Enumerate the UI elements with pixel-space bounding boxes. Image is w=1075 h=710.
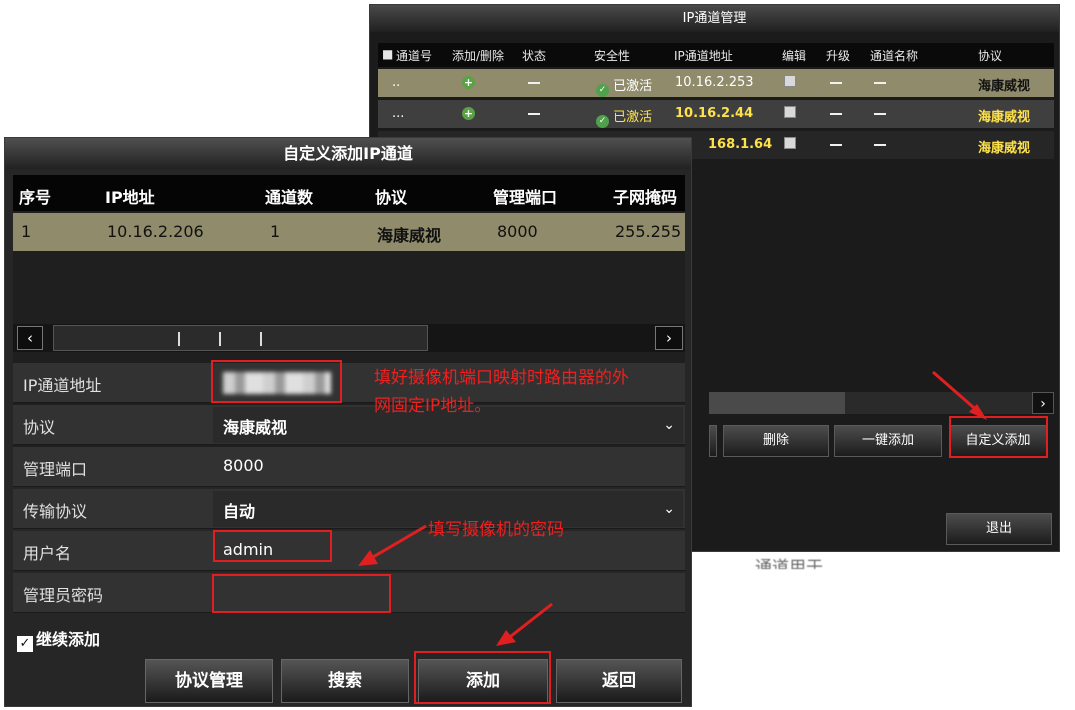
check-icon: ✓: [596, 84, 609, 97]
protocol: 海康威视: [978, 110, 1031, 125]
port-field[interactable]: 8000: [223, 456, 264, 475]
horizontal-scrollbar[interactable]: ‹ ›: [13, 324, 685, 352]
row-protocol: 海康威视: [377, 226, 442, 245]
name-dash: [874, 106, 886, 121]
edit-icon[interactable]: [784, 75, 796, 91]
pointer-arrow-icon: [932, 370, 987, 420]
row-ip: 10.16.2.206: [107, 222, 204, 241]
transport-protocol-row: 传输协议 自动 ⌄: [13, 489, 685, 529]
edit-icon[interactable]: [784, 137, 796, 153]
username-row: 用户名 admin: [13, 531, 685, 571]
delete-button[interactable]: 删除: [723, 425, 829, 457]
row-mask: 255.255: [615, 222, 682, 241]
check-icon: ✓: [596, 115, 609, 128]
dialog-title: 自定义添加IP通道: [5, 138, 691, 169]
add-icon[interactable]: +: [462, 75, 475, 90]
custom-add-ip-channel-dialog: 自定义添加IP通道 序号 IP地址 通道数 协议 管理端口 子网掩码 1 10.…: [4, 137, 692, 707]
table-row[interactable]: ... + ✓ 已激活 10.16.2.44 海康威视: [378, 100, 1054, 128]
edit-icon[interactable]: [784, 106, 796, 122]
protocol-label: 协议: [23, 418, 56, 437]
table-row[interactable]: .. + ✓ 已激活 10.16.2.253 海康威视: [378, 69, 1054, 97]
chevron-down-icon: ⌄: [663, 417, 675, 433]
ip-address: 168.1.64: [708, 137, 773, 152]
channel-no: ..: [392, 75, 401, 90]
ip-address: 10.16.2.253: [675, 75, 754, 90]
pointer-arrow-icon: [496, 602, 553, 646]
management-port-row: 管理端口 8000: [13, 447, 685, 487]
row-port: 8000: [497, 222, 538, 241]
password-label: 管理员密码: [23, 586, 104, 605]
back-button[interactable]: 返回: [556, 659, 682, 703]
row-index: 1: [21, 222, 32, 241]
ip-annotation-line2: 网固定IP地址。: [374, 396, 492, 416]
checkbox-checked-icon[interactable]: ✓: [17, 636, 33, 652]
security-status: ✓ 已激活: [596, 106, 652, 128]
table-header: 序号 IP地址 通道数 协议 管理端口 子网掩码: [13, 175, 685, 211]
ip-address: 10.16.2.44: [675, 106, 754, 121]
name-dash: [874, 75, 886, 90]
name-dash: [874, 137, 886, 152]
username-highlight-box: [213, 530, 332, 562]
security-status: ✓ 已激活: [596, 75, 652, 97]
ip-field-highlight-box: [211, 360, 342, 403]
col-mask: 子网掩码: [613, 188, 678, 207]
horizontal-scrollbar[interactable]: ›: [709, 392, 1054, 414]
select-all-checkbox[interactable]: ■: [382, 47, 393, 61]
continue-add-label: 继续添加: [36, 630, 101, 649]
password-highlight-box: [212, 574, 391, 613]
add-icon[interactable]: +: [462, 106, 475, 121]
upgrade-dash: [830, 75, 842, 90]
upgrade-dash: [830, 106, 842, 121]
transport-label: 传输协议: [23, 502, 88, 521]
password-annotation: 填写摄像机的密码: [428, 520, 564, 540]
status-dash: [528, 106, 540, 121]
scrollbar-thumb[interactable]: [53, 325, 428, 351]
col-protocol: 协议: [978, 49, 1003, 63]
status-text: 通道用于: [755, 558, 823, 569]
ip-annotation-line1: 填好摄像机端口映射时路由器的外: [374, 368, 629, 388]
channel-table-header: ■ 通道号 添加/删除 状态 安全性 IP通道地址 编辑 升级 通道名称 协议: [378, 43, 1054, 67]
port-label: 管理端口: [23, 460, 88, 479]
col-add-delete: 添加/删除: [452, 49, 505, 63]
col-index: 序号: [19, 188, 52, 207]
chevron-down-icon: ⌄: [663, 501, 675, 517]
col-channel-name: 通道名称: [870, 49, 919, 63]
col-port: 管理端口: [493, 188, 558, 207]
table-row[interactable]: 1 10.16.2.206 1 海康威视 8000 255.255: [13, 213, 685, 251]
custom-add-highlight-box: [949, 416, 1048, 458]
row-channels: 1: [270, 222, 281, 241]
col-security: 安全性: [594, 49, 631, 63]
partial-button[interactable]: [709, 425, 717, 457]
status-dash: [528, 75, 540, 90]
one-key-add-button[interactable]: 一键添加: [834, 425, 942, 457]
pointer-arrow-icon: [358, 524, 427, 566]
col-channel-no: 通道号: [396, 49, 433, 63]
col-upgrade: 升级: [826, 49, 851, 63]
scroll-left-icon[interactable]: ‹: [17, 326, 43, 350]
protocol: 海康威视: [978, 79, 1031, 94]
username-label: 用户名: [23, 544, 72, 563]
protocol: 海康威视: [978, 141, 1031, 156]
scroll-right-icon[interactable]: ›: [655, 326, 683, 350]
search-button[interactable]: 搜索: [281, 659, 409, 703]
scroll-right-icon[interactable]: ›: [1032, 392, 1054, 414]
exit-button[interactable]: 退出: [946, 513, 1052, 545]
col-edit: 编辑: [782, 49, 807, 63]
transport-value: 自动: [223, 502, 256, 521]
upgrade-dash: [830, 137, 842, 152]
continue-add-checkbox[interactable]: ✓ 继续添加: [17, 626, 101, 652]
col-ip: IP地址: [105, 188, 155, 207]
scrollbar-thumb[interactable]: [709, 392, 845, 414]
col-ip-address: IP通道地址: [674, 49, 733, 63]
col-status: 状态: [522, 49, 547, 63]
protocol-row: 协议 海康威视 ⌄: [13, 405, 685, 445]
col-protocol: 协议: [375, 188, 408, 207]
ip-address-label: IP通道地址: [23, 376, 102, 395]
window-title: IP通道管理: [370, 5, 1059, 32]
protocol-value: 海康威视: [223, 418, 288, 437]
protocol-management-button[interactable]: 协议管理: [145, 659, 273, 703]
col-channels: 通道数: [265, 188, 314, 207]
add-button-highlight-box: [414, 651, 551, 704]
channel-no: ...: [392, 106, 405, 121]
